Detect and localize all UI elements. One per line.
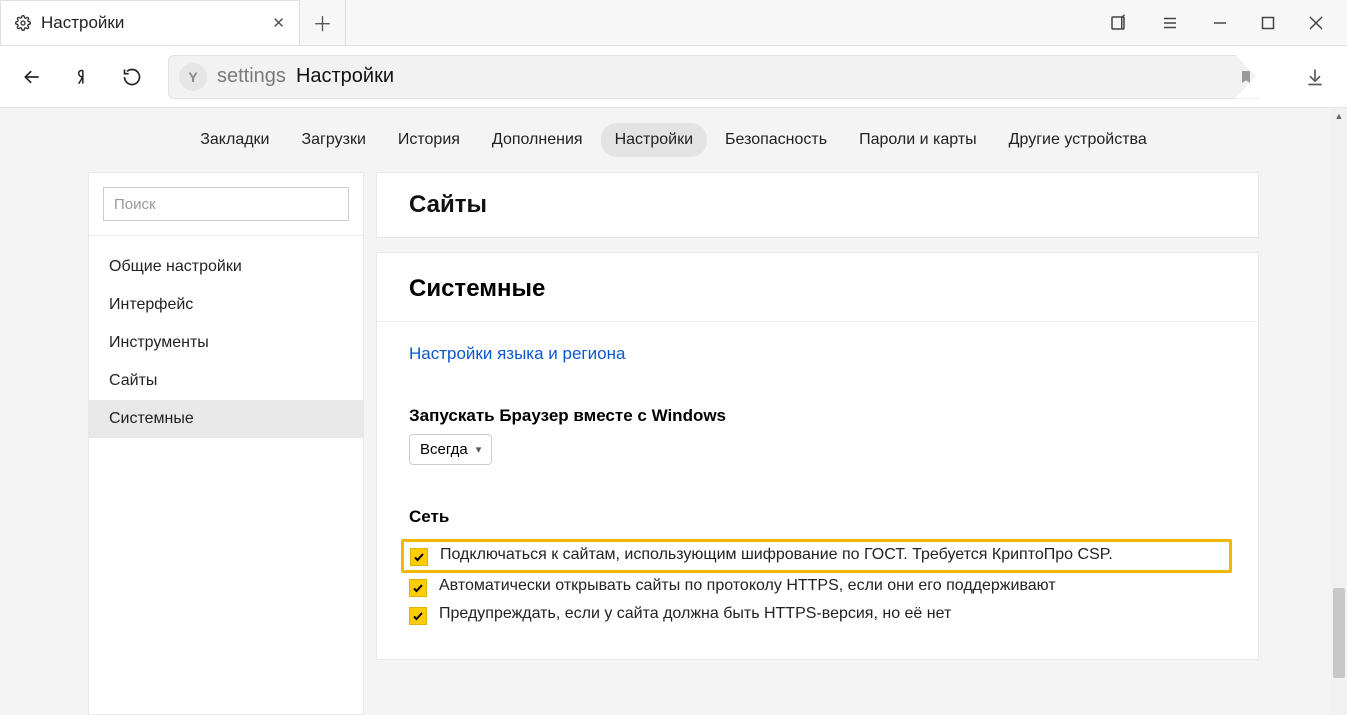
close-tab-icon[interactable]: ✕ (272, 14, 285, 32)
settings-top-nav: Закладки Загрузки История Дополнения Нас… (0, 108, 1347, 172)
close-window-icon[interactable] (1309, 16, 1323, 30)
settings-sidebar: Общие настройки Интерфейс Инструменты Са… (88, 172, 364, 715)
nav-bookmarks[interactable]: Закладки (186, 123, 283, 157)
toolbar: Y settings Настройки (0, 46, 1347, 108)
site-badge-icon: Y (179, 63, 207, 91)
language-region-link[interactable]: Настройки языка и региона (409, 344, 625, 364)
settings-main: Сайты Системные Настройки языка и регион… (376, 172, 1259, 715)
browser-tab[interactable]: Настройки ✕ (0, 0, 300, 45)
back-button[interactable] (10, 55, 54, 99)
scrollbar[interactable]: ▲ (1331, 108, 1347, 715)
chevron-down-icon: ▾ (476, 443, 482, 456)
sidebar-item-system[interactable]: Системные (89, 400, 363, 438)
checkbox-checked-icon[interactable] (410, 548, 428, 566)
yandex-home-button[interactable] (60, 55, 104, 99)
nav-downloads[interactable]: Загрузки (287, 123, 379, 157)
nav-security[interactable]: Безопасность (711, 123, 841, 157)
minimize-icon[interactable] (1213, 16, 1227, 30)
checkbox-label: Предупреждать, если у сайта должна быть … (439, 605, 951, 623)
section-system: Системные Настройки языка и региона Запу… (376, 252, 1259, 660)
scroll-thumb[interactable] (1333, 588, 1345, 678)
checkbox-checked-icon[interactable] (409, 607, 427, 625)
checkbox-label: Автоматически открывать сайты по протоко… (439, 577, 1056, 595)
address-bar[interactable]: Y settings Настройки (168, 55, 1265, 99)
downloads-button[interactable] (1293, 55, 1337, 99)
window-controls (1085, 0, 1347, 45)
checkbox-row-gost[interactable]: Подключаться к сайтам, использующим шифр… (401, 539, 1232, 573)
new-tab-button[interactable]: ＋ (300, 0, 346, 45)
gear-icon (15, 15, 31, 31)
sidebar-item-tools[interactable]: Инструменты (89, 324, 363, 362)
nav-other-devices[interactable]: Другие устройства (995, 123, 1161, 157)
checkbox-row-https-auto[interactable]: Автоматически открывать сайты по протоко… (409, 573, 1226, 601)
checkbox-row-https-warn[interactable]: Предупреждать, если у сайта должна быть … (409, 601, 1226, 629)
section-system-heading: Системные (409, 275, 1226, 303)
startup-select-value: Всегда (420, 441, 468, 458)
network-heading: Сеть (409, 507, 1226, 527)
startup-select[interactable]: Всегда ▾ (409, 434, 492, 465)
nav-history[interactable]: История (384, 123, 474, 157)
scroll-up-icon[interactable]: ▲ (1331, 108, 1347, 124)
reload-button[interactable] (110, 55, 154, 99)
maximize-icon[interactable] (1261, 16, 1275, 30)
address-segment-scheme: settings (217, 65, 286, 88)
section-sites-heading: Сайты (409, 191, 1226, 219)
section-sites: Сайты (376, 172, 1259, 238)
sidebar-item-general[interactable]: Общие настройки (89, 248, 363, 286)
menu-icon[interactable] (1161, 14, 1179, 32)
sidebar-item-interface[interactable]: Интерфейс (89, 286, 363, 324)
sidebar-search-input[interactable] (103, 187, 349, 221)
titlebar: Настройки ✕ ＋ (0, 0, 1347, 46)
startup-label: Запускать Браузер вместе с Windows (409, 406, 1226, 426)
checkbox-checked-icon[interactable] (409, 579, 427, 597)
sidebar-toggle-icon[interactable] (1109, 14, 1127, 32)
tab-title: Настройки (41, 13, 262, 33)
sidebar-item-sites[interactable]: Сайты (89, 362, 363, 400)
checkbox-label: Подключаться к сайтам, использующим шифр… (440, 546, 1113, 564)
nav-extensions[interactable]: Дополнения (478, 123, 597, 157)
address-segment-title: Настройки (296, 65, 394, 88)
settings-page: Закладки Загрузки История Дополнения Нас… (0, 108, 1347, 715)
nav-passwords[interactable]: Пароли и карты (845, 123, 991, 157)
nav-settings[interactable]: Настройки (601, 123, 707, 157)
